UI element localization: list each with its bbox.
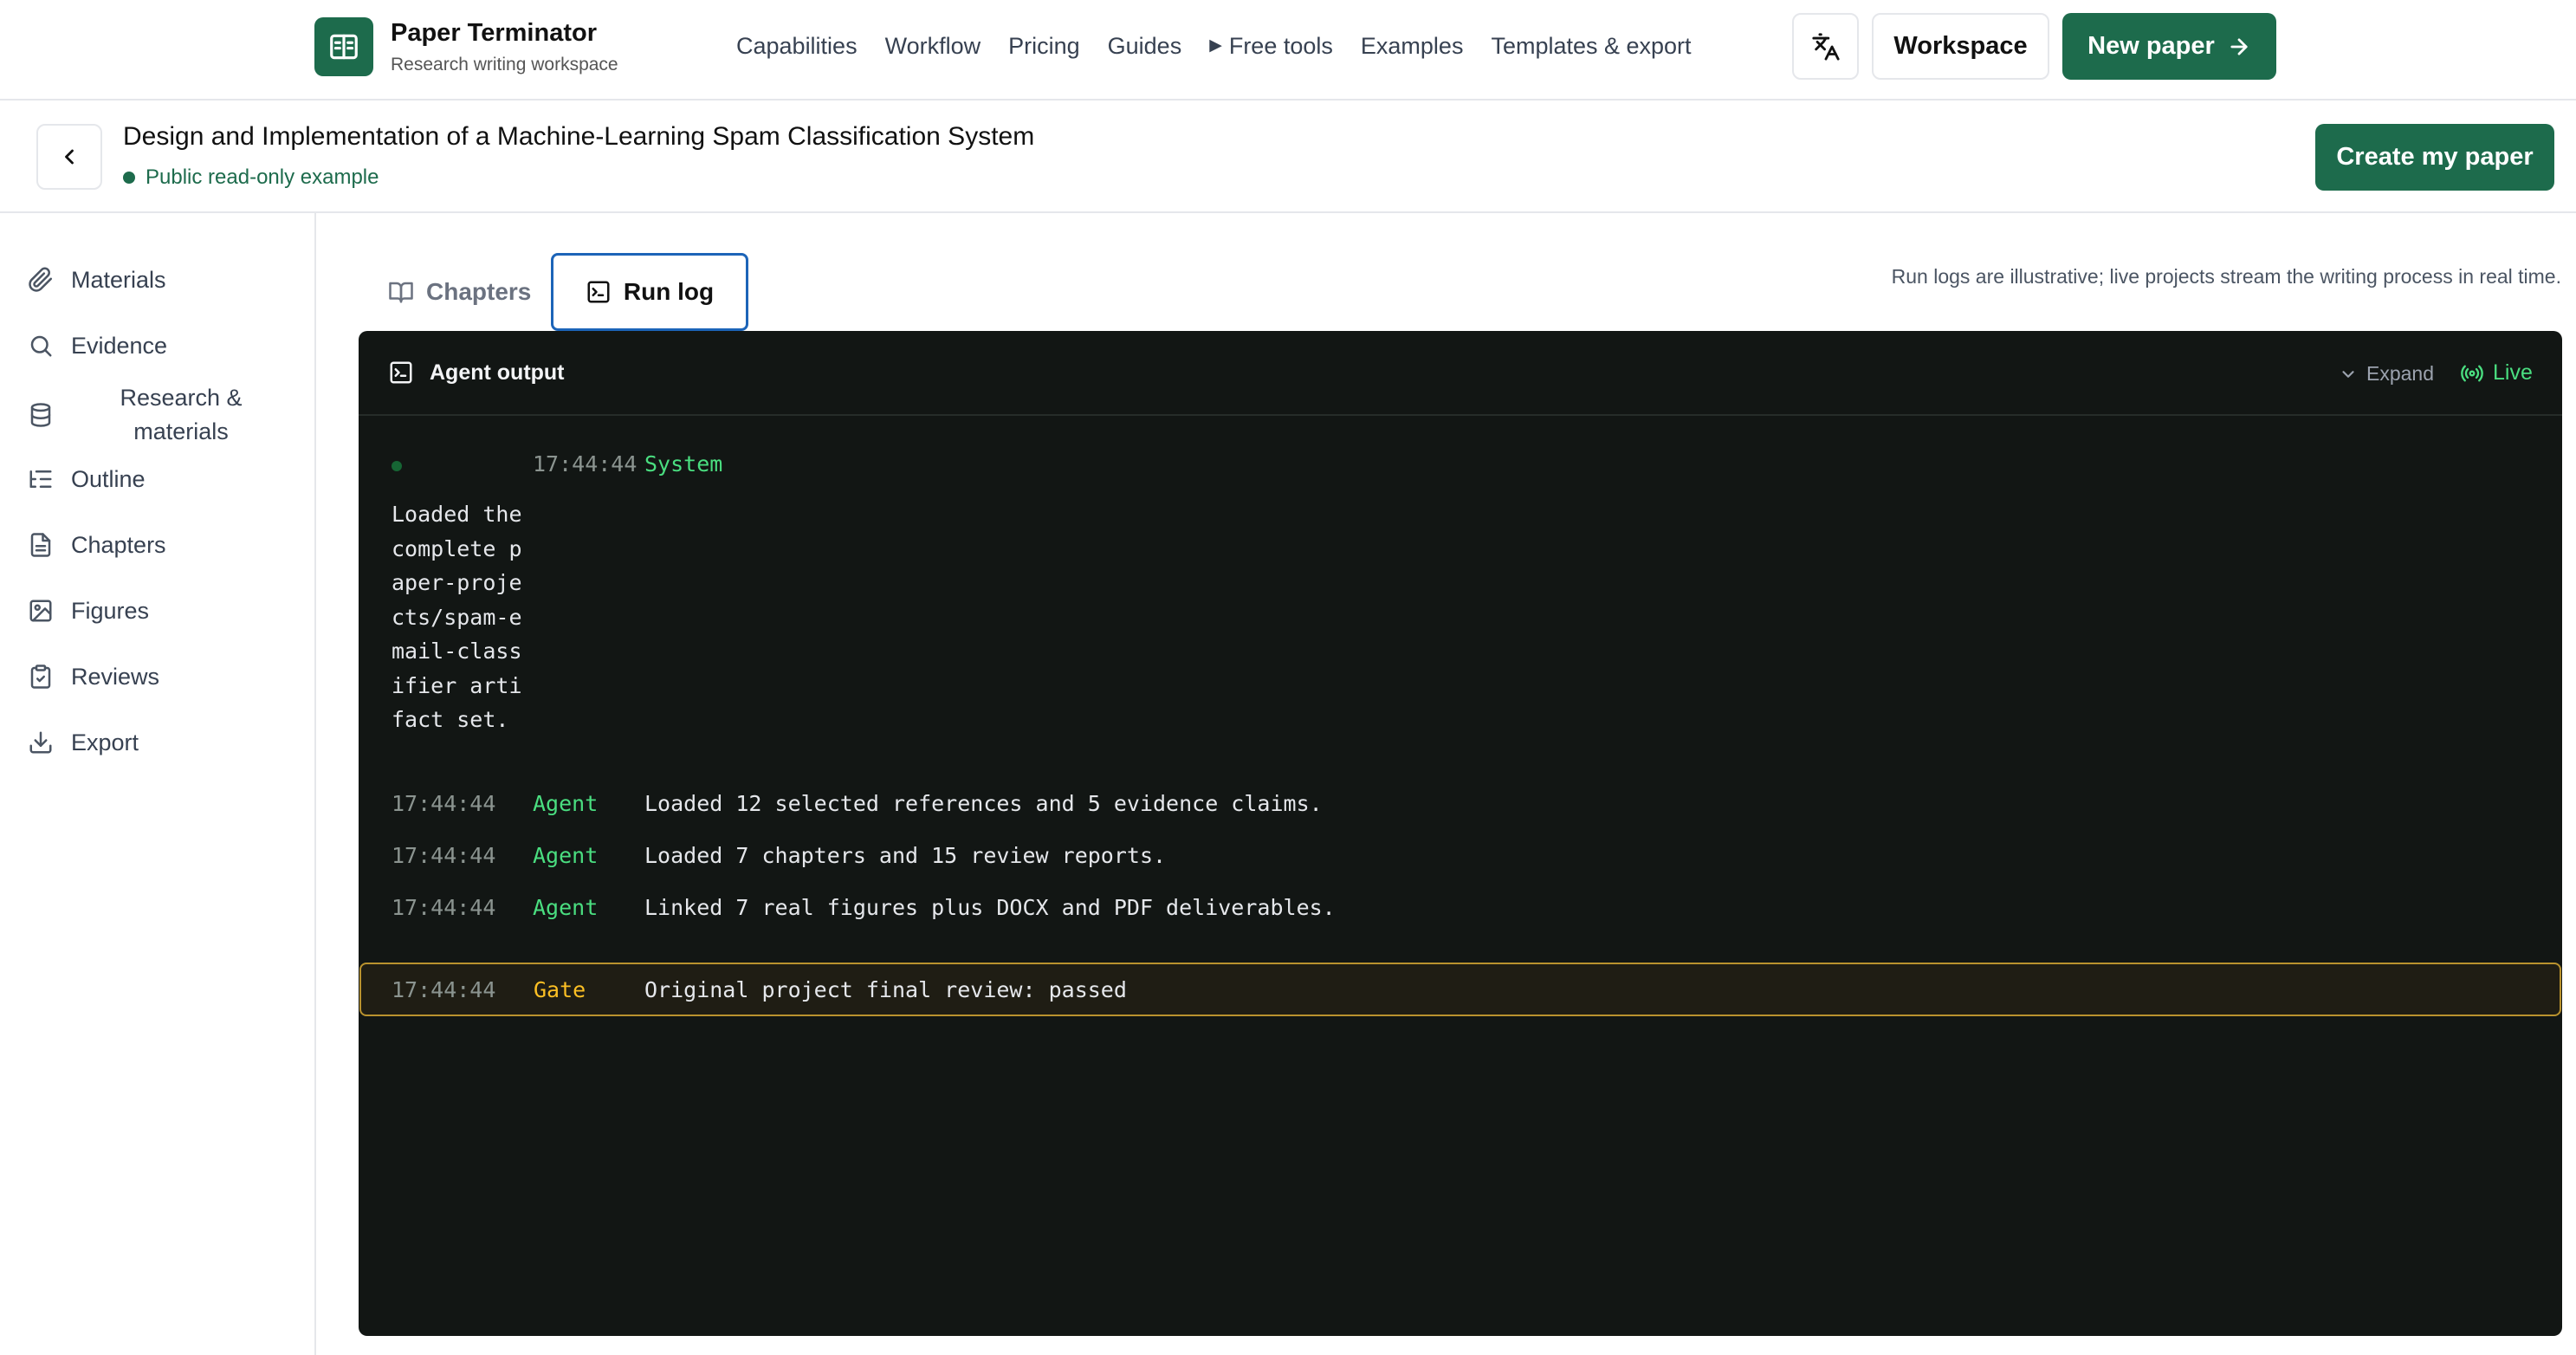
tab-chapters-label: Chapters [426, 278, 532, 305]
log-source: System [644, 451, 723, 477]
log-source: Agent [533, 895, 599, 920]
tab-run-log-label: Run log [623, 278, 715, 305]
nav-link-workflow[interactable]: Workflow [885, 31, 981, 61]
nav-link-examples[interactable]: Examples [1361, 31, 1464, 61]
gate-log-row: 17:44:44 Gate Original project final rev… [359, 963, 2561, 1016]
sidebar-item-label: Outline [71, 465, 146, 492]
log-source: Agent [533, 843, 599, 868]
sidebar-item-research-materials[interactable]: Research & materials [26, 381, 263, 449]
tab-run-log[interactable]: Run log [551, 253, 748, 331]
workspace-button[interactable]: Workspace [1872, 13, 2049, 80]
log-time: 17:44:44 [533, 451, 638, 477]
nav-link-guides[interactable]: Guides [1108, 31, 1182, 61]
search-icon [26, 331, 55, 360]
sidebar-item-label: Materials [71, 266, 166, 293]
clipboard-check-icon [26, 662, 55, 691]
live-label: Live [2493, 360, 2533, 385]
status-text: Public read-only example [146, 165, 379, 189]
sidebar-item-label: Evidence [71, 332, 168, 359]
sidebar-item-label: Export [71, 729, 139, 755]
terminal-square-icon [388, 360, 430, 386]
sidebar: Materials Evidence Research & materials … [0, 213, 316, 1355]
translate-icon [1811, 32, 1841, 62]
view-tabs: Chapters Run log [359, 253, 748, 331]
book-icon [388, 279, 426, 305]
log-message: Loaded 7 chapters and 15 review reports. [644, 843, 1167, 868]
log-time: 17:44:44 [392, 895, 496, 920]
run-log-note: Run logs are illustrative; live projects… [1891, 265, 2561, 288]
log-time: 17:44:44 [392, 791, 496, 816]
new-paper-label: New paper [2087, 32, 2215, 60]
language-button[interactable] [1792, 13, 1859, 80]
status-badge: Public read-only example [123, 165, 379, 191]
database-icon [26, 400, 55, 430]
sidebar-item-label: Research & materials [120, 385, 243, 444]
image-icon [26, 596, 55, 626]
sidebar-item-evidence[interactable]: Evidence [26, 331, 167, 360]
sidebar-item-export[interactable]: Export [26, 728, 139, 757]
brand-link[interactable]: Paper Terminator Research writing worksp… [314, 17, 618, 76]
sidebar-item-materials[interactable]: Materials [26, 265, 166, 295]
terminal-square-icon [586, 279, 624, 305]
nav-links: Capabilities Workflow Pricing Guides ▶ F… [736, 31, 1719, 61]
sidebar-item-figures[interactable]: Figures [26, 596, 149, 626]
brand-name: Paper Terminator [391, 19, 597, 47]
sidebar-item-label: Figures [71, 597, 150, 624]
log-row: 17:44:44 Agent Loaded 7 chapters and 15 … [359, 840, 2562, 874]
chevron-left-icon [57, 145, 81, 169]
expand-button[interactable]: Expand [2339, 362, 2434, 386]
log-row: 17:44:44 Agent Loaded 12 selected refere… [359, 788, 2562, 822]
sidebar-item-label: Reviews [71, 663, 160, 690]
nav-link-pricing[interactable]: Pricing [1008, 31, 1080, 61]
log-message: Original project final review: passed [644, 977, 1127, 1002]
agent-output-terminal: Agent output Expand Live 17:44:44 System… [359, 331, 2562, 1336]
sidebar-item-chapters[interactable]: Chapters [26, 530, 166, 560]
log-message: Loaded 12 selected references and 5 evid… [644, 791, 1323, 816]
download-icon [26, 728, 55, 757]
log-time: 17:44:44 [392, 977, 496, 1002]
book-open-icon [314, 17, 373, 76]
back-button[interactable] [36, 124, 102, 190]
chevron-down-icon [2339, 365, 2366, 384]
list-tree-icon [26, 464, 55, 494]
log-message: Loaded the complete paper-projects/spam-… [392, 502, 522, 732]
log-message: Linked 7 real figures plus DOCX and PDF … [644, 895, 1336, 920]
nav-link-free-tools-label: Free tools [1228, 33, 1333, 59]
log-row: 17:44:44 Agent Linked 7 real figures plu… [359, 891, 2562, 926]
new-paper-button[interactable]: New paper [2062, 13, 2276, 80]
arrow-right-icon [2215, 35, 2251, 59]
terminal-title-label: Agent output [430, 360, 565, 385]
top-navigation: Paper Terminator Research writing worksp… [0, 0, 2576, 100]
document-header: Design and Implementation of a Machine-L… [0, 100, 2576, 213]
radio-broadcast-icon [2460, 361, 2493, 386]
sidebar-item-reviews[interactable]: Reviews [26, 662, 159, 691]
nav-link-templates-export[interactable]: Templates & export [1491, 31, 1691, 61]
expand-label: Expand [2366, 362, 2435, 385]
live-indicator: Live [2460, 360, 2533, 386]
create-my-paper-button[interactable]: Create my paper [2315, 124, 2554, 191]
sidebar-item-outline[interactable]: Outline [26, 464, 146, 494]
page-title: Design and Implementation of a Machine-L… [123, 122, 1035, 151]
nav-link-capabilities[interactable]: Capabilities [736, 31, 858, 61]
nav-link-free-tools[interactable]: ▶ Free tools [1209, 31, 1333, 61]
system-status-dot [392, 461, 402, 471]
tab-chapters[interactable]: Chapters [359, 253, 551, 331]
sidebar-item-label: Chapters [71, 531, 166, 558]
log-source: Agent [533, 791, 599, 816]
terminal-title: Agent output [388, 360, 565, 386]
status-dot-icon [123, 172, 135, 184]
brand-tagline: Research writing workspace [391, 55, 618, 75]
disclosure-triangle-icon: ▶ [1209, 36, 1222, 55]
paperclip-icon [26, 265, 55, 295]
file-text-icon [26, 530, 55, 560]
log-source: Gate [534, 977, 586, 1002]
log-time: 17:44:44 [392, 843, 496, 868]
terminal-header: Agent output Expand Live [359, 331, 2562, 416]
